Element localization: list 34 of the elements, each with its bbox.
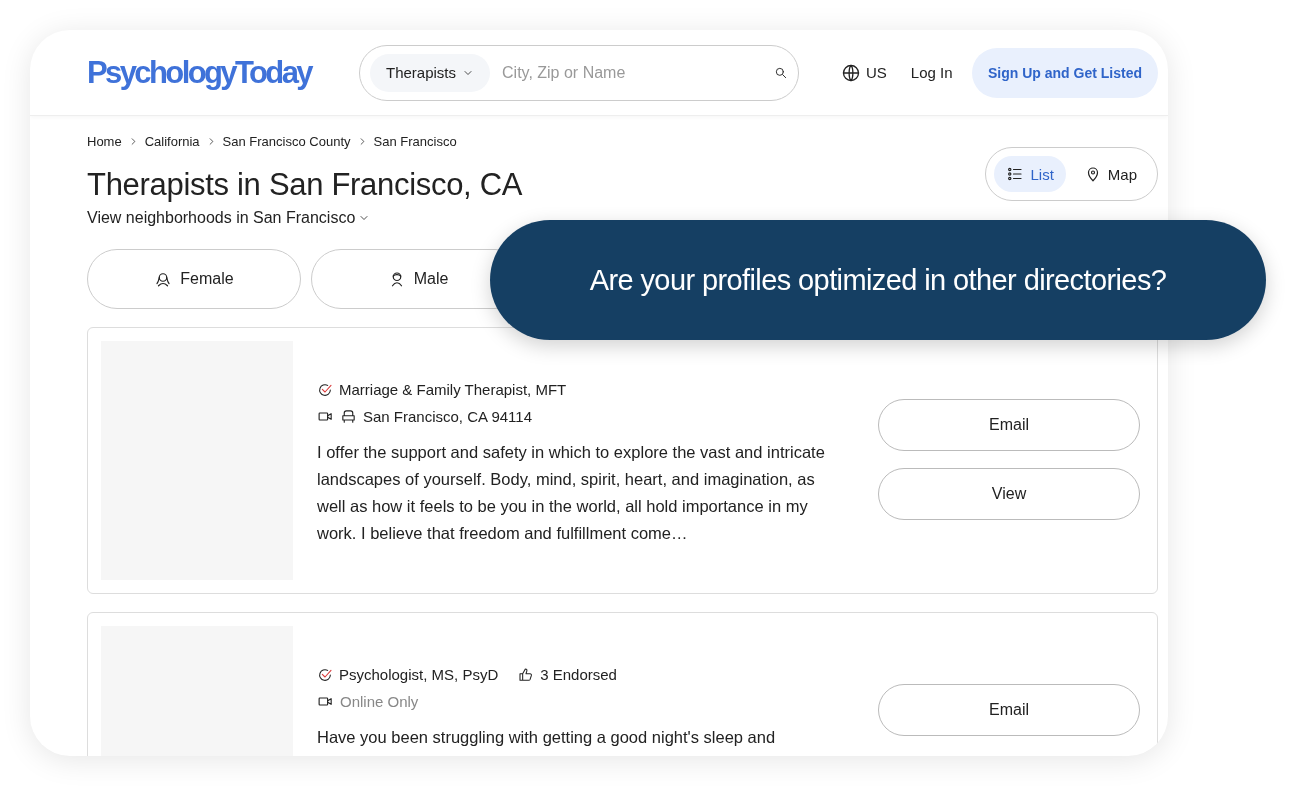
region-selector[interactable]: US [835, 61, 893, 84]
thumbs-up-icon [518, 666, 535, 683]
promo-toast: Are your profiles optimized in other directories? [490, 220, 1266, 340]
email-button[interactable]: Email [878, 399, 1140, 451]
globe-icon [841, 62, 861, 83]
page-title: Therapists in San Francisco, CA [87, 167, 523, 203]
breadcrumb-link[interactable]: San Francisco County [222, 134, 351, 149]
location: San Francisco, CA 94114 [363, 408, 532, 425]
breadcrumb-link[interactable]: California [144, 134, 200, 149]
verified-check-icon [317, 381, 333, 398]
location: Online Only [340, 693, 419, 710]
profile-bio: I offer the support and safety in which to explore the vast and intricate landscapes of yourself. Body, mind, spirit, heart, and imagination, as well as how it feels to be you in the world, all hold importance in my work. I believe that freedom and fulfillment come… [317, 442, 826, 544]
view-tab[interactable]: Map [1071, 156, 1149, 192]
email-button[interactable]: Email [878, 684, 1140, 736]
armchair-icon [340, 408, 357, 425]
view-button[interactable]: View [878, 468, 1140, 520]
breadcrumb-link[interactable]: San Francisco [373, 134, 457, 149]
credential: Marriage & Family Therapist, MFT [339, 381, 567, 398]
list-icon [1006, 165, 1025, 183]
category-dropdown[interactable]: Therapists [370, 53, 491, 92]
signup-button[interactable]: Sign Up and Get Listed [972, 47, 1158, 98]
filter-button[interactable]: Female [87, 249, 301, 309]
search-field[interactable]: City, Zip or Name [500, 62, 774, 83]
neighborhoods-link[interactable]: View neighborhoods in San Francisco [87, 209, 356, 227]
view-tab[interactable]: List [994, 156, 1066, 192]
endorsement-count: 3 Endorsed [540, 666, 617, 683]
credential: Psychologist, MS, PsyD [339, 666, 499, 683]
verified-check-icon [317, 666, 333, 683]
profile-bio: Have you been struggling with getting a good night's sleep and [317, 727, 777, 748]
breadcrumb-link[interactable]: Home [87, 134, 122, 149]
login-link[interactable]: Log In [910, 64, 953, 81]
woman-icon [154, 270, 173, 288]
logo[interactable]: PsychologyToday [87, 54, 315, 91]
search-icon [774, 65, 788, 80]
